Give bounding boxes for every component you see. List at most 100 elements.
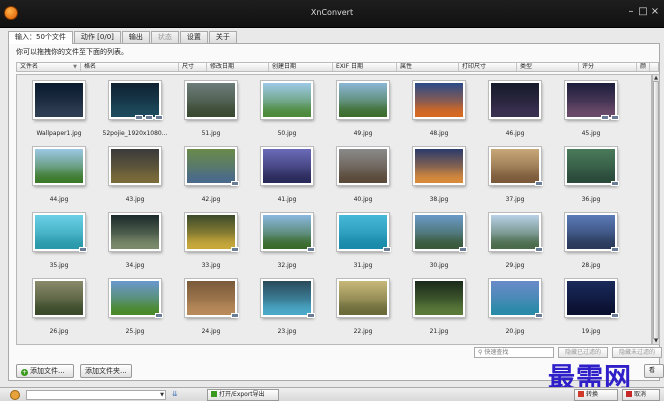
thumbnail-grid[interactable]: Wallpaper1.jpg 52pojie_1920x1080... 51.jpg… — [16, 74, 652, 345]
thumbnail-image — [33, 279, 85, 317]
column-label: 打印尺寸 — [462, 63, 487, 70]
file-thumbnail-item[interactable]: 32.jpg — [249, 209, 325, 275]
metadata-badge-icon — [383, 247, 391, 252]
file-name-label: 23.jpg — [277, 328, 297, 335]
file-thumbnail-item[interactable]: 50.jpg — [249, 77, 325, 143]
tab-1[interactable]: 动作 [0/0] — [73, 31, 121, 43]
quick-search-input[interactable]: ⚲ 快速查找 — [474, 347, 554, 358]
profile-icon[interactable] — [10, 390, 20, 400]
thumbnail-image — [565, 81, 617, 119]
convert-button[interactable]: 转换 — [574, 389, 618, 401]
file-thumbnail-item[interactable]: 38.jpg — [401, 143, 477, 209]
file-name-label: 50.jpg — [277, 130, 297, 137]
file-thumbnail-item[interactable]: 40.jpg — [325, 143, 401, 209]
file-thumbnail-item[interactable]: 43.jpg — [97, 143, 173, 209]
file-thumbnail-item[interactable]: 30.jpg — [401, 209, 477, 275]
tab-0[interactable]: 输入：50个文件 — [8, 31, 73, 44]
thumbnail-image — [261, 279, 313, 317]
file-thumbnail-item[interactable]: 19.jpg — [553, 275, 629, 341]
tab-3[interactable]: 状态 — [150, 31, 179, 43]
file-thumbnail-item[interactable]: 31.jpg — [325, 209, 401, 275]
file-thumbnail-item[interactable]: 41.jpg — [249, 143, 325, 209]
file-name-label: 30.jpg — [429, 262, 449, 269]
vertical-scrollbar[interactable]: ▲ ▼ — [652, 74, 660, 345]
file-thumbnail-item[interactable]: 22.jpg — [325, 275, 401, 341]
file-thumbnail-item[interactable]: 25.jpg — [97, 275, 173, 341]
metadata-badge-icon — [307, 247, 315, 252]
file-thumbnail-item[interactable]: 36.jpg — [553, 143, 629, 209]
scroll-thumb[interactable] — [653, 81, 659, 339]
title-bar: XnConvert – □ × — [0, 0, 664, 28]
chevron-down-icon: ▼ — [160, 392, 164, 398]
export-icon — [211, 391, 217, 397]
preset-select[interactable]: ▼ — [26, 390, 166, 400]
column-1[interactable]: 格名 — [81, 63, 179, 71]
sort-arrow-icon[interactable]: ▼ — [73, 63, 77, 71]
export-button[interactable]: 打开/Export导出 — [207, 389, 279, 401]
thumbnail-image — [109, 279, 161, 317]
tab-2[interactable]: 输出 — [121, 31, 150, 43]
save-preset-icon[interactable]: ⇊ — [172, 390, 178, 398]
file-thumbnail-item[interactable]: Wallpaper1.jpg — [21, 77, 97, 143]
thumbnail-image — [261, 213, 313, 251]
file-thumbnail-item[interactable]: 37.jpg — [477, 143, 553, 209]
file-thumbnail-item[interactable]: 21.jpg — [401, 275, 477, 341]
view-button[interactable]: 看 — [644, 364, 664, 378]
plus-icon: + — [21, 369, 28, 376]
column-8[interactable]: 类型 — [517, 63, 579, 71]
column-6[interactable]: 属性 — [397, 63, 459, 71]
file-thumbnail-item[interactable]: 48.jpg — [401, 77, 477, 143]
add-folder-button[interactable]: 添加文件夹... — [80, 364, 132, 378]
column-5[interactable]: EXIF 日期 — [333, 63, 397, 71]
file-thumbnail-item[interactable]: 49.jpg — [325, 77, 401, 143]
metadata-badge-icon — [611, 115, 619, 120]
file-thumbnail-item[interactable]: 35.jpg — [21, 209, 97, 275]
file-name-label: 24.jpg — [201, 328, 221, 335]
file-thumbnail-item[interactable]: 28.jpg — [553, 209, 629, 275]
file-thumbnail-item[interactable]: 34.jpg — [97, 209, 173, 275]
file-name-label: 52pojie_1920x1080... — [102, 130, 168, 137]
thumbnail-image — [109, 81, 161, 119]
column-4[interactable]: 创建日期 — [269, 63, 333, 71]
thumbnail-image — [413, 279, 465, 317]
file-thumbnail-item[interactable]: 20.jpg — [477, 275, 553, 341]
file-thumbnail-item[interactable]: 42.jpg — [173, 143, 249, 209]
minimize-icon[interactable]: – — [625, 6, 637, 18]
file-name-label: 37.jpg — [505, 196, 525, 203]
file-name-label: 26.jpg — [49, 328, 69, 335]
file-thumbnail-item[interactable]: 46.jpg — [477, 77, 553, 143]
file-name-label: 48.jpg — [429, 130, 449, 137]
file-thumbnail-item[interactable]: 45.jpg — [553, 77, 629, 143]
tab-5[interactable]: 关于 — [208, 31, 237, 43]
cancel-button[interactable]: 取消 — [622, 389, 660, 401]
thumbnail-image — [337, 147, 389, 185]
file-thumbnail-item[interactable]: 33.jpg — [173, 209, 249, 275]
tab-4[interactable]: 设置 — [179, 31, 208, 43]
add-files-button[interactable]: + 添加文件... — [16, 364, 74, 378]
file-name-label: 35.jpg — [49, 262, 69, 269]
file-thumbnail-item[interactable]: 29.jpg — [477, 209, 553, 275]
column-10[interactable]: 颜 — [637, 63, 650, 71]
file-thumbnail-item[interactable]: 23.jpg — [249, 275, 325, 341]
metadata-badge-icon — [611, 247, 619, 252]
file-thumbnail-item[interactable]: 51.jpg — [173, 77, 249, 143]
thumbnail-image — [185, 213, 237, 251]
close-icon[interactable]: × — [649, 6, 661, 18]
column-0[interactable]: 文件名 ▼ — [17, 63, 81, 71]
search-icon: ⚲ — [478, 349, 483, 356]
file-thumbnail-item[interactable]: 44.jpg — [21, 143, 97, 209]
maximize-icon[interactable]: □ — [637, 6, 649, 18]
thumbnail-image — [489, 279, 541, 317]
thumbnail-image — [33, 213, 85, 251]
file-thumbnail-item[interactable]: 24.jpg — [173, 275, 249, 341]
thumbnail-image — [337, 279, 389, 317]
metadata-badge-icon — [231, 181, 239, 186]
scroll-down-icon[interactable]: ▼ — [653, 338, 659, 344]
column-7[interactable]: 打印尺寸 — [459, 63, 517, 71]
column-3[interactable]: 修改日期 — [207, 63, 269, 71]
file-thumbnail-item[interactable]: 26.jpg — [21, 275, 97, 341]
thumbnail-image — [261, 147, 313, 185]
column-2[interactable]: 尺寸 — [179, 63, 207, 71]
file-thumbnail-item[interactable]: 52pojie_1920x1080... — [97, 77, 173, 143]
column-9[interactable]: 评分 — [579, 63, 637, 71]
